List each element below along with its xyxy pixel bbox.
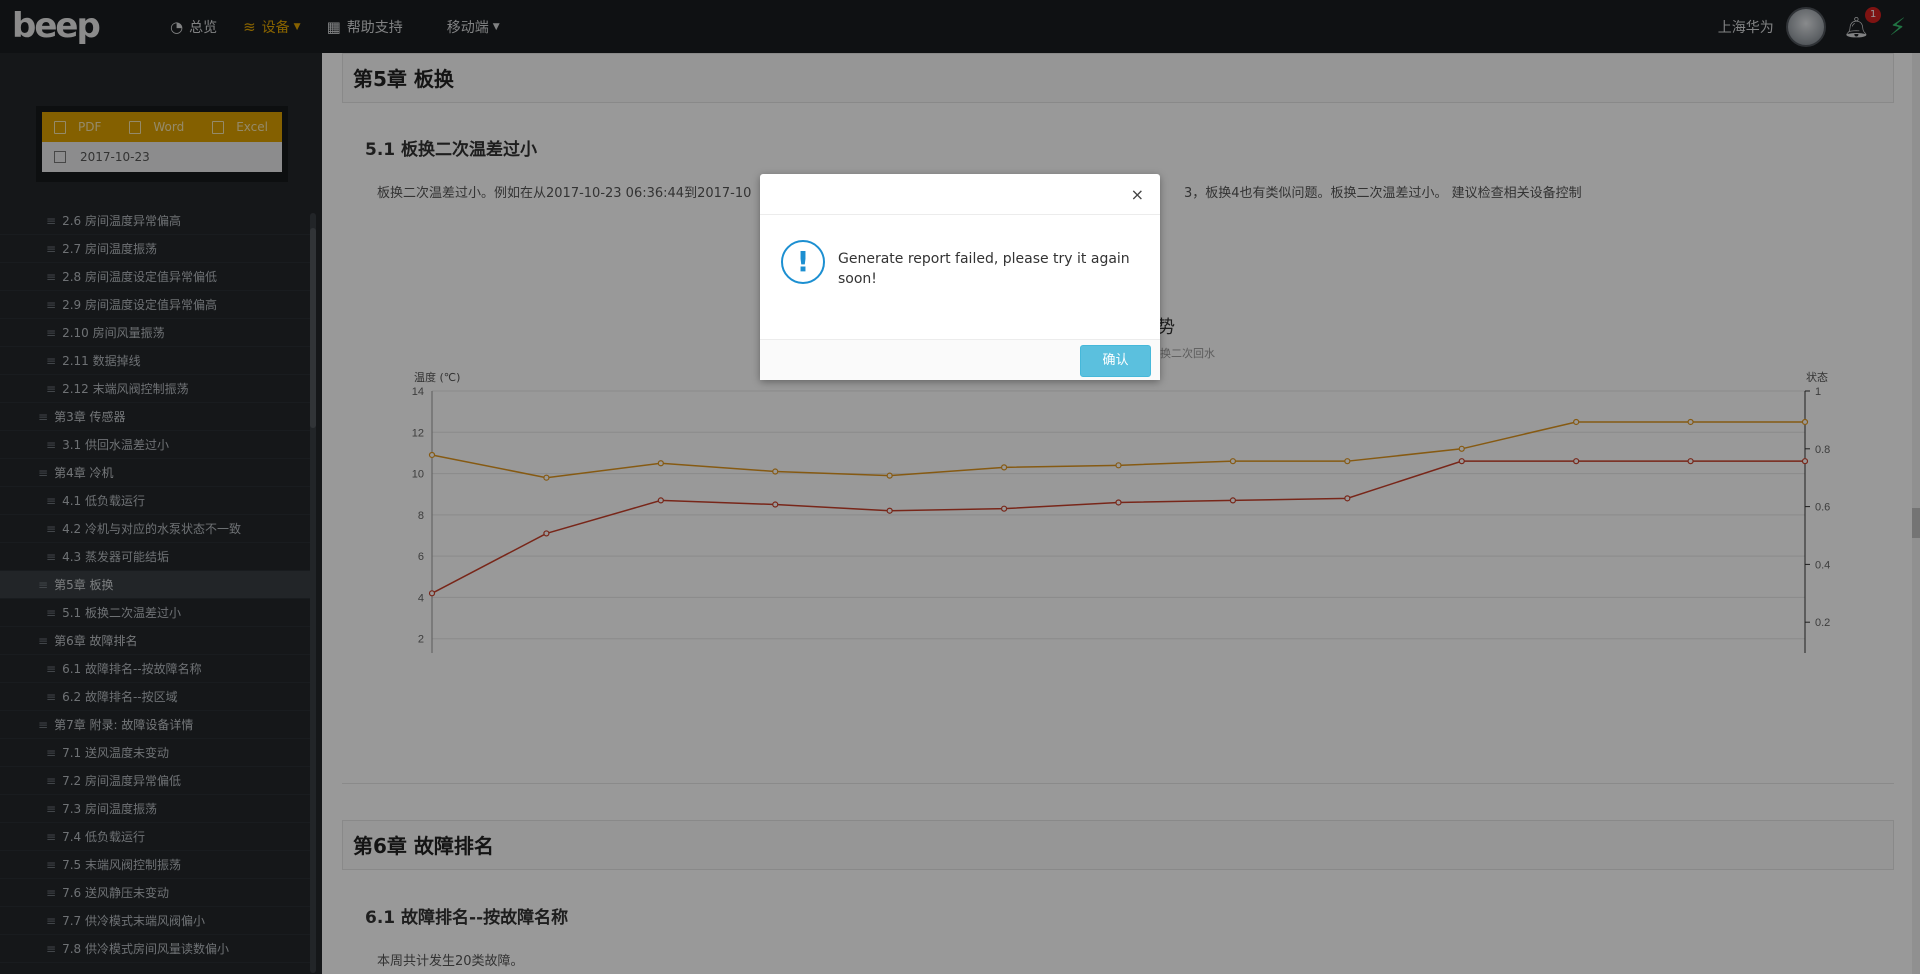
- modal-backdrop: [0, 0, 1920, 974]
- close-icon[interactable]: ×: [1131, 185, 1144, 204]
- dialog-body: ! Generate report failed, please try it …: [760, 215, 1160, 339]
- error-dialog: × ! Generate report failed, please try i…: [760, 174, 1160, 380]
- dialog-header: ×: [760, 174, 1160, 215]
- dialog-footer: 确认: [760, 339, 1160, 380]
- error-message: Generate report failed, please try it ag…: [838, 251, 1130, 287]
- confirm-button[interactable]: 确认: [1080, 345, 1151, 377]
- exclamation-icon: !: [781, 240, 825, 284]
